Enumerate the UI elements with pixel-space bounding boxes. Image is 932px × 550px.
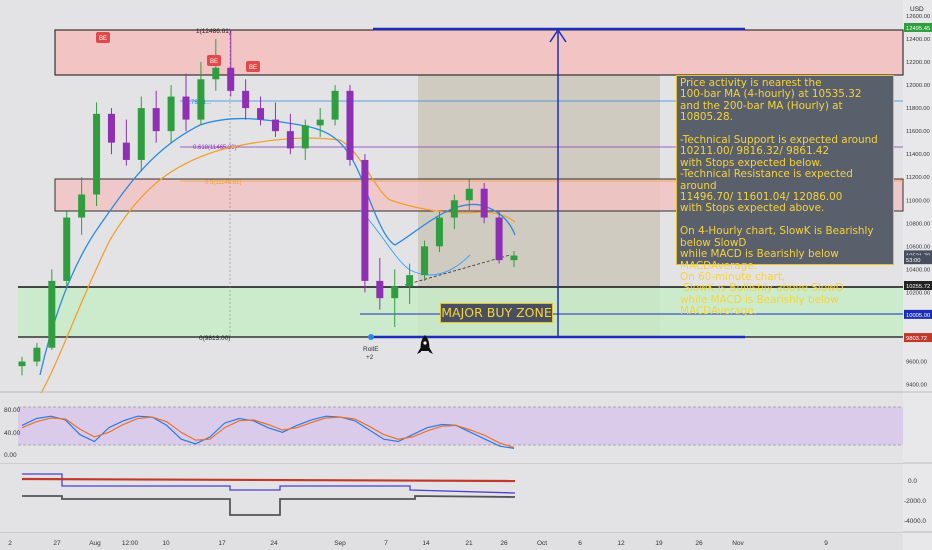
candle-body: [242, 90, 250, 109]
candle-body: [346, 90, 354, 160]
candle-body: [480, 188, 488, 218]
time-tick: 6: [578, 540, 582, 547]
candle-body: [93, 113, 101, 195]
fib-top-label: 1(12486.61): [196, 28, 231, 35]
price-tick: 11600.00: [906, 129, 930, 135]
candle-body: [197, 79, 205, 120]
be-badge: BE: [207, 55, 221, 66]
buy-zone-label: MAJOR BUY ZONE: [440, 303, 553, 323]
candle-body: [152, 108, 160, 132]
price-tick: 11200.00: [906, 175, 930, 181]
price-badge: 53:00: [906, 258, 921, 264]
candle-body: [301, 125, 309, 149]
time-tick: 12:00: [122, 540, 139, 547]
time-tick: 7: [384, 540, 388, 547]
candle-body: [182, 96, 190, 120]
candle-body: [465, 188, 473, 201]
macd-panel-bg: [0, 464, 903, 532]
price-tick: 12200.00: [906, 60, 930, 66]
price-tick: 11000.00: [906, 198, 930, 204]
candle-body: [450, 200, 458, 218]
candle-body: [107, 113, 115, 143]
fib-bottom-label: 0(9813.00): [199, 335, 230, 342]
price-tick: 12000.00: [906, 83, 930, 89]
price-tick: 9400.00: [906, 383, 927, 389]
time-tick: 9: [824, 540, 828, 547]
price-tick: 10200.00: [906, 290, 930, 296]
be-badge-label: BE: [210, 59, 218, 65]
candle-body: [495, 217, 503, 261]
time-tick: 26: [695, 540, 703, 547]
time-tick: 21: [465, 540, 473, 547]
candle-body: [331, 90, 339, 120]
candle-body: [18, 361, 26, 367]
price-tick: 12400.00: [906, 37, 930, 43]
candle-body: [421, 246, 429, 276]
price-badge: 10255.72: [906, 284, 930, 290]
candle-body: [435, 217, 443, 247]
fib-label-05: 0.5(11149.81): [205, 180, 241, 186]
time-axis: 2 27 Aug 12:00 10 17 24 Sep 7 14 21 26 Oct 6 12 19 26 Nov…: [8, 540, 828, 547]
price-tick: 10600.00: [906, 244, 930, 250]
candle-body: [227, 67, 235, 91]
be-badge-label: BE: [99, 36, 107, 42]
event-marker[interactable]: [368, 334, 374, 340]
macd-tick-4000: -4000.0: [904, 518, 926, 525]
price-badge: 9803.72: [906, 336, 927, 342]
currency-label: USD: [910, 6, 924, 13]
candle-body: [257, 108, 265, 120]
candle-body: [406, 275, 414, 287]
price-tick: 10400.00: [906, 267, 930, 273]
time-tick: 24: [270, 540, 278, 547]
candle-body: [361, 159, 369, 281]
candle-body: [286, 131, 294, 149]
stoch-tick-0: 0.00: [4, 452, 17, 459]
time-tick: 26: [500, 540, 508, 547]
analysis-note: Price activity is nearest the 100-bar MA…: [676, 75, 894, 317]
time-tick: 2: [8, 540, 12, 547]
price-tick: 12600.00: [906, 14, 930, 20]
event-label: RollE: [363, 346, 379, 353]
candle-body: [137, 108, 145, 160]
stoch-tick-80: 80.00: [4, 407, 21, 414]
time-tick: Sep: [334, 540, 346, 547]
price-tick: 10800.00: [906, 221, 930, 227]
time-tick: Nov: [732, 540, 744, 547]
price-tick: 11800.00: [906, 106, 930, 112]
candle-body: [48, 280, 56, 348]
candle-body: [271, 119, 279, 132]
time-tick: 12: [617, 540, 625, 547]
resistance-zone-upper: [54, 29, 904, 76]
time-tick: Oct: [537, 540, 547, 547]
candle-body: [510, 255, 518, 261]
candle-body: [376, 280, 384, 299]
candle-body: [78, 194, 86, 218]
time-tick: 27: [53, 540, 61, 547]
macd-tick-2000: -2000.0: [904, 498, 926, 505]
candle-body: [33, 347, 41, 362]
time-tick: Aug: [89, 540, 101, 547]
time-tick: 17: [218, 540, 226, 547]
candle-body: [212, 67, 220, 80]
price-tick: 11400.00: [906, 152, 930, 158]
time-tick: 14: [422, 540, 430, 547]
stoch-tick-40: 40.00: [4, 430, 21, 437]
candle-body: [391, 286, 399, 299]
be-badge-label: BE: [249, 65, 257, 71]
price-badge: 10005.00: [906, 313, 930, 319]
be-badge: BE: [96, 32, 110, 43]
candle-body: [63, 217, 71, 281]
candle-body: [316, 119, 324, 126]
time-tick: 19: [655, 540, 663, 547]
macd-tick-0: 0.0: [908, 478, 917, 485]
time-tick: 10: [162, 540, 170, 547]
candle-body: [122, 142, 130, 160]
candle-body: [167, 96, 175, 132]
price-tick: 9600.00: [906, 360, 927, 366]
price-badge: 12495.45: [906, 26, 930, 32]
be-badge: BE: [246, 61, 260, 72]
stoch-band: [18, 407, 903, 445]
event-count: +2: [366, 354, 374, 361]
